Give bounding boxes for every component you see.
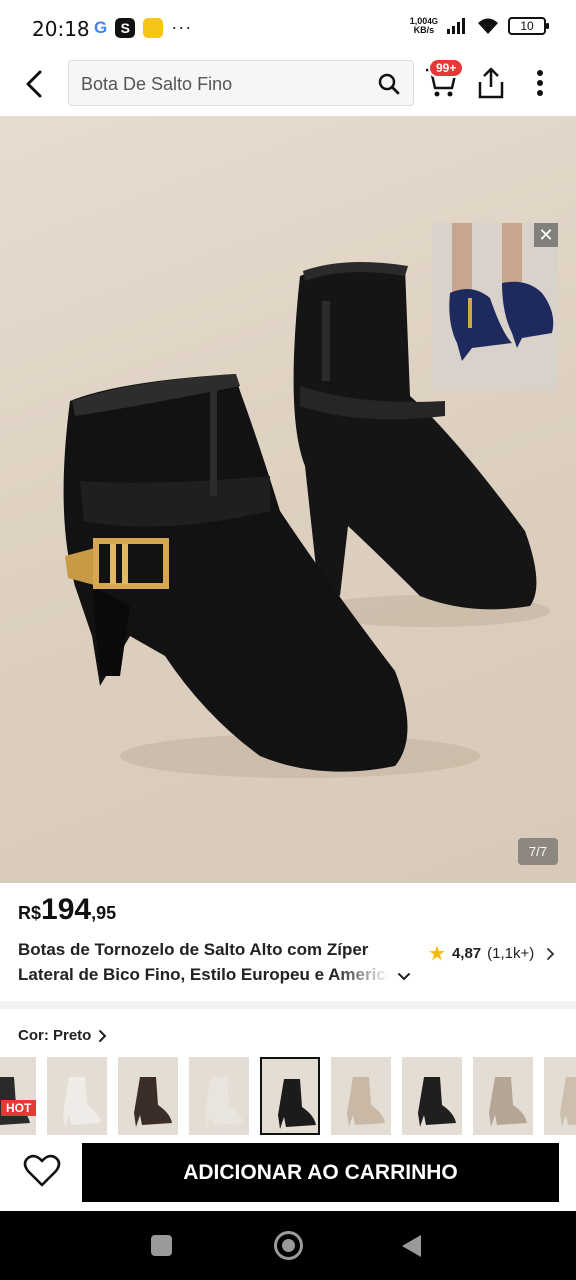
- bottom-action-bar: ADICIONAR AO CARRINHO: [0, 1139, 576, 1211]
- top-nav: Bota De Salto Fino 99+: [0, 58, 576, 116]
- system-icons: 1,004G KB/s 10: [409, 16, 549, 36]
- system-nav-bar: [0, 1211, 576, 1280]
- color-swatches: HOT: [0, 1057, 576, 1137]
- cart-badge: 99+: [428, 58, 465, 78]
- price-currency: R$: [18, 903, 42, 923]
- more-notifications-icon: ···: [171, 17, 193, 37]
- search-icon[interactable]: [377, 72, 401, 96]
- color-swatch-white[interactable]: [47, 1057, 107, 1135]
- product-title-line1: Botas de Tornozelo de Salto Alto com Zíp…: [18, 940, 369, 959]
- section-divider: [0, 1001, 576, 1009]
- color-swatch-dark-brown[interactable]: [118, 1057, 178, 1135]
- system-back-icon[interactable]: [402, 1235, 421, 1257]
- color-swatch-black-2[interactable]: [402, 1057, 462, 1135]
- chevron-right-icon: [99, 1029, 107, 1042]
- chevron-right-icon: [547, 947, 555, 960]
- product-title[interactable]: Botas de Tornozelo de Salto Alto com Zíp…: [18, 937, 398, 987]
- video-preview-thumbnail[interactable]: ✕: [432, 223, 558, 391]
- price-decimal: ,95: [91, 903, 117, 923]
- close-icon[interactable]: ✕: [534, 223, 558, 247]
- google-icon: G: [94, 17, 108, 37]
- network-speed: 1,004G KB/s: [409, 16, 438, 35]
- color-label-text: Cor: Preto: [18, 1027, 92, 1044]
- swatch-boot-image: [0, 1057, 36, 1135]
- search-query: Bota De Salto Fino: [81, 74, 233, 94]
- swatch-boot-image: [544, 1057, 576, 1135]
- color-swatch-beige[interactable]: [331, 1057, 391, 1135]
- status-time: 20:18: [32, 17, 90, 41]
- product-image-gallery[interactable]: ✕ 7/7: [0, 116, 576, 883]
- color-label[interactable]: Cor: Preto: [18, 1027, 109, 1044]
- swatch-boot-image: [262, 1059, 318, 1133]
- s-app-icon: S: [115, 17, 136, 38]
- review-count: (1,1k+): [487, 945, 535, 962]
- wifi-icon: [478, 18, 498, 34]
- star-icon: ★: [428, 943, 446, 965]
- chevron-down-icon[interactable]: [396, 969, 412, 985]
- recent-apps-icon[interactable]: [151, 1235, 172, 1256]
- product-price: R$ 194 ,95: [18, 893, 116, 927]
- search-input[interactable]: Bota De Salto Fino: [68, 60, 414, 106]
- home-icon[interactable]: [274, 1231, 303, 1260]
- product-rating[interactable]: ★ 4,87 (1,1k+): [428, 941, 558, 966]
- color-swatch-partial[interactable]: [544, 1057, 576, 1135]
- battery-icon: 10: [508, 17, 549, 35]
- more-options-icon[interactable]: [528, 68, 552, 98]
- swatch-boot-image: [47, 1057, 107, 1135]
- product-info: R$ 194 ,95 Botas de Tornozelo de Salto A…: [0, 883, 576, 1001]
- back-arrow-icon[interactable]: [20, 68, 52, 100]
- video-preview-image: [432, 223, 558, 391]
- product-title-line2: Lateral de Bico Fino, Estilo Europeu e A…: [18, 965, 390, 984]
- swatch-boot-image: [331, 1057, 391, 1135]
- yellow-app-icon: [143, 17, 164, 38]
- swatch-boot-image: [402, 1057, 462, 1135]
- color-swatch-black-selected[interactable]: [260, 1057, 320, 1135]
- color-swatch-white-buckle[interactable]: [189, 1057, 249, 1135]
- add-to-cart-button[interactable]: ADICIONAR AO CARRINHO: [82, 1143, 559, 1202]
- share-icon[interactable]: [476, 66, 506, 100]
- notification-icons: G S ···: [94, 17, 192, 38]
- swatch-boot-image: [189, 1057, 249, 1135]
- color-swatch-taupe[interactable]: [473, 1057, 533, 1135]
- swatch-boot-image: [473, 1057, 533, 1135]
- color-selector: Cor: Preto HOT: [0, 1009, 576, 1139]
- image-counter: 7/7: [517, 838, 558, 865]
- swatch-boot-image: [118, 1057, 178, 1135]
- price-integer: 194: [41, 893, 92, 926]
- rating-value: 4,87: [451, 945, 482, 962]
- color-swatch-black-zip[interactable]: [0, 1057, 36, 1135]
- hot-badge: HOT: [1, 1100, 37, 1116]
- heart-icon[interactable]: [22, 1151, 62, 1191]
- status-bar: 20:18 G S ··· 1,004G KB/s 10: [0, 0, 576, 58]
- signal-icon: [447, 18, 465, 34]
